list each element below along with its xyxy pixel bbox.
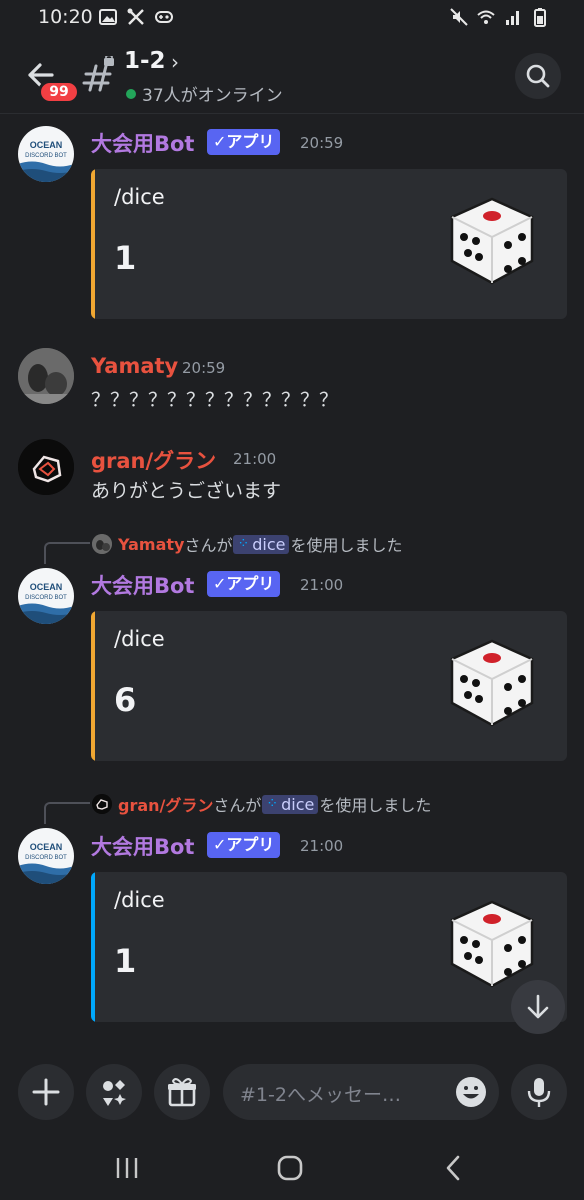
message-composer: #1-2へメッセー… bbox=[0, 1056, 584, 1130]
channel-name[interactable]: 1-2 bbox=[124, 48, 166, 74]
app-tag: ✓アプリ bbox=[207, 832, 281, 858]
command-chip[interactable]: ⁘ dice bbox=[233, 534, 290, 554]
emoji-icon[interactable] bbox=[453, 1074, 489, 1110]
dice-embed: /dice 6 bbox=[91, 611, 567, 761]
online-count: 37人がオンライン bbox=[142, 86, 283, 106]
message-text: ありがとうございます bbox=[91, 480, 282, 502]
svg-text:DISCORD BOT: DISCORD BOT bbox=[25, 595, 67, 601]
dice-icon bbox=[450, 197, 534, 285]
embed-title: /dice bbox=[114, 888, 165, 912]
svg-text:DISCORD BOT: DISCORD BOT bbox=[25, 153, 67, 159]
ocean-bot-avatar[interactable]: OCEAN DISCORD BOT bbox=[18, 568, 74, 624]
back-icon[interactable] bbox=[438, 1152, 470, 1184]
wifi-icon bbox=[477, 10, 495, 24]
unread-badge: 99 bbox=[38, 80, 80, 104]
recent-apps-icon[interactable] bbox=[111, 1152, 143, 1184]
message-timestamp: 20:59 bbox=[182, 359, 226, 377]
command-chip[interactable]: ⁘ dice bbox=[262, 794, 319, 814]
app-command-icon: ⁘ bbox=[237, 536, 250, 552]
embed-title: /dice bbox=[114, 185, 165, 209]
status-time: 10:20 bbox=[38, 6, 93, 28]
voice-message-button[interactable] bbox=[511, 1064, 567, 1120]
mute-icon bbox=[450, 8, 468, 26]
gran-avatar[interactable] bbox=[18, 439, 74, 495]
message-timestamp: 20:59 bbox=[300, 134, 344, 152]
embed-accent-bar bbox=[91, 872, 95, 1022]
message-author[interactable]: 大会用Bot bbox=[91, 128, 194, 158]
svg-text:OCEAN: OCEAN bbox=[30, 842, 63, 852]
message-timestamp: 21:00 bbox=[300, 837, 344, 855]
embed-title: /dice bbox=[114, 627, 165, 651]
svg-text:DISCORD BOT: DISCORD BOT bbox=[25, 855, 67, 861]
message-timestamp: 21:00 bbox=[233, 450, 277, 468]
command-reply[interactable]: Yamaty さんが ⁘ dice を使用しました bbox=[92, 532, 402, 556]
dice-icon bbox=[450, 639, 534, 727]
yamaty-mini-avatar bbox=[92, 534, 112, 554]
chevron-right-icon[interactable]: › bbox=[171, 50, 179, 74]
message-author[interactable]: gran/グラン bbox=[91, 445, 216, 475]
apps-button[interactable] bbox=[86, 1064, 142, 1120]
reply-mid: さんが bbox=[213, 796, 262, 815]
add-attachment-button[interactable] bbox=[18, 1064, 74, 1120]
search-icon bbox=[526, 64, 550, 88]
message-timestamp: 21:00 bbox=[300, 576, 344, 594]
channel-header: 99 1-2 › 37人がオンライン bbox=[0, 36, 584, 114]
home-icon[interactable] bbox=[274, 1152, 306, 1184]
message-placeholder: #1-2へメッセー… bbox=[240, 1084, 401, 1106]
reply-connector bbox=[44, 542, 90, 564]
online-dot-icon bbox=[126, 88, 136, 99]
search-button[interactable] bbox=[515, 53, 561, 99]
battery-icon bbox=[534, 8, 546, 27]
message-text: ？？？？？？？？？？？？？ bbox=[91, 389, 339, 411]
message-author[interactable]: Yamaty bbox=[91, 354, 178, 378]
embed-dice-value: 1 bbox=[114, 239, 137, 277]
online-status: 37人がオンライン bbox=[126, 81, 283, 106]
reply-user: Yamaty bbox=[118, 534, 185, 554]
reply-mid: さんが bbox=[184, 536, 233, 555]
arrow-down-icon bbox=[527, 994, 549, 1019]
embed-accent-bar bbox=[91, 169, 95, 319]
signal-icon bbox=[506, 11, 519, 25]
yamaty-avatar[interactable] bbox=[18, 348, 74, 404]
ocean-bot-avatar[interactable]: OCEAN DISCORD BOT bbox=[18, 126, 74, 182]
status-bar: 10:20 bbox=[0, 0, 584, 36]
app-tag: ✓アプリ bbox=[207, 571, 281, 597]
dice-icon bbox=[450, 900, 534, 988]
embed-accent-bar bbox=[91, 611, 95, 761]
plus-icon bbox=[32, 1078, 60, 1106]
tools-icon bbox=[127, 8, 144, 25]
gift-icon bbox=[168, 1078, 196, 1107]
app-command-icon: ⁘ bbox=[266, 796, 279, 812]
game-controller-icon bbox=[155, 11, 173, 23]
embed-dice-value: 1 bbox=[114, 942, 137, 980]
gran-mini-avatar bbox=[92, 794, 112, 814]
message-input[interactable]: #1-2へメッセー… bbox=[223, 1064, 499, 1120]
command-reply[interactable]: gran/グラン さんが ⁘ dice を使用しました bbox=[92, 792, 431, 816]
command-name: dice bbox=[281, 794, 315, 814]
gift-button[interactable] bbox=[154, 1064, 210, 1120]
command-name: dice bbox=[252, 534, 286, 554]
message-author[interactable]: 大会用Bot bbox=[91, 831, 194, 861]
image-icon bbox=[99, 9, 117, 25]
reply-tail: を使用しました bbox=[290, 536, 403, 555]
svg-text:OCEAN: OCEAN bbox=[30, 582, 63, 592]
message-author[interactable]: 大会用Bot bbox=[91, 570, 194, 600]
reply-connector bbox=[44, 802, 90, 824]
app-tag: ✓アプリ bbox=[207, 129, 281, 155]
apps-icon bbox=[103, 1080, 126, 1106]
reply-user: gran/グラン bbox=[118, 796, 214, 815]
dice-embed: /dice 1 bbox=[91, 169, 567, 319]
svg-text:OCEAN: OCEAN bbox=[30, 140, 63, 150]
dice-embed: /dice 1 bbox=[91, 872, 567, 1022]
ocean-bot-avatar[interactable]: OCEAN DISCORD BOT bbox=[18, 828, 74, 884]
reply-tail: を使用しました bbox=[319, 796, 432, 815]
system-nav-bar bbox=[0, 1134, 584, 1200]
locked-channel-icon bbox=[82, 56, 114, 92]
microphone-icon bbox=[527, 1078, 551, 1107]
scroll-to-bottom-button[interactable] bbox=[511, 980, 565, 1034]
message-list[interactable]: OCEAN DISCORD BOT 大会用Bot ✓アプリ 20:59 /dic… bbox=[0, 114, 584, 1054]
embed-dice-value: 6 bbox=[114, 681, 137, 719]
